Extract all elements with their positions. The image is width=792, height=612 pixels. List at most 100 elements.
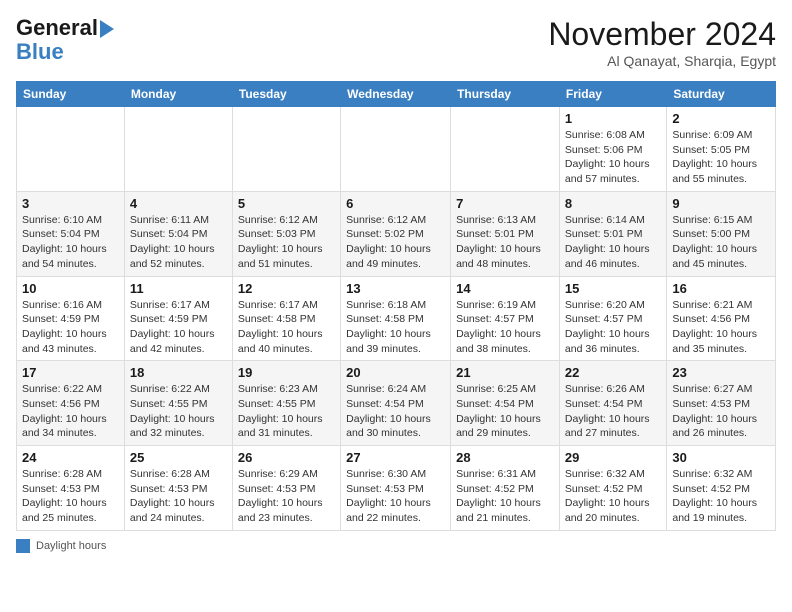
day-info: Sunrise: 6:31 AM Sunset: 4:52 PM Dayligh… xyxy=(456,467,554,526)
day-info: Sunrise: 6:08 AM Sunset: 5:06 PM Dayligh… xyxy=(565,128,661,187)
day-info: Sunrise: 6:25 AM Sunset: 4:54 PM Dayligh… xyxy=(456,382,554,441)
day-header-wednesday: Wednesday xyxy=(341,82,451,107)
day-header-thursday: Thursday xyxy=(451,82,560,107)
day-number: 4 xyxy=(130,196,227,211)
day-info: Sunrise: 6:13 AM Sunset: 5:01 PM Dayligh… xyxy=(456,213,554,272)
calendar-cell: 26 Sunrise: 6:29 AM Sunset: 4:53 PM Dayli… xyxy=(232,446,340,531)
day-number: 8 xyxy=(565,196,661,211)
calendar-cell xyxy=(341,107,451,192)
day-info: Sunrise: 6:20 AM Sunset: 4:57 PM Dayligh… xyxy=(565,298,661,357)
day-header-monday: Monday xyxy=(124,82,232,107)
calendar-cell: 3 Sunrise: 6:10 AM Sunset: 5:04 PM Daylig… xyxy=(17,191,125,276)
day-info: Sunrise: 6:24 AM Sunset: 4:54 PM Dayligh… xyxy=(346,382,445,441)
day-number: 16 xyxy=(672,281,770,296)
day-header-tuesday: Tuesday xyxy=(232,82,340,107)
calendar-cell: 30 Sunrise: 6:32 AM Sunset: 4:52 PM Dayli… xyxy=(667,446,776,531)
calendar-cell: 25 Sunrise: 6:28 AM Sunset: 4:53 PM Dayli… xyxy=(124,446,232,531)
day-info: Sunrise: 6:28 AM Sunset: 4:53 PM Dayligh… xyxy=(130,467,227,526)
day-number: 11 xyxy=(130,281,227,296)
calendar-cell: 28Sunrise: 6:31 AM Sunset: 4:52 PM Dayli… xyxy=(451,446,560,531)
day-number: 24 xyxy=(22,450,119,465)
day-info: Sunrise: 6:29 AM Sunset: 4:53 PM Dayligh… xyxy=(238,467,335,526)
day-info: Sunrise: 6:15 AM Sunset: 5:00 PM Dayligh… xyxy=(672,213,770,272)
title-area: November 2024 Al Qanayat, Sharqia, Egypt xyxy=(548,16,776,69)
day-number: 7 xyxy=(456,196,554,211)
calendar-cell: 6 Sunrise: 6:12 AM Sunset: 5:02 PM Daylig… xyxy=(341,191,451,276)
day-header-friday: Friday xyxy=(559,82,666,107)
day-info: Sunrise: 6:12 AM Sunset: 5:02 PM Dayligh… xyxy=(346,213,445,272)
day-number: 1 xyxy=(565,111,661,126)
day-number: 3 xyxy=(22,196,119,211)
day-number: 9 xyxy=(672,196,770,211)
calendar-cell: 5 Sunrise: 6:12 AM Sunset: 5:03 PM Daylig… xyxy=(232,191,340,276)
calendar-cell: 7 Sunrise: 6:13 AM Sunset: 5:01 PM Daylig… xyxy=(451,191,560,276)
calendar-cell: 14 Sunrise: 6:19 AM Sunset: 4:57 PM Dayli… xyxy=(451,276,560,361)
logo-text2: Blue xyxy=(16,40,64,64)
day-number: 23 xyxy=(672,365,770,380)
day-number: 29 xyxy=(565,450,661,465)
day-info: Sunrise: 6:28 AM Sunset: 4:53 PM Dayligh… xyxy=(22,467,119,526)
day-number: 25 xyxy=(130,450,227,465)
logo-text: General xyxy=(16,16,114,40)
day-number: 2 xyxy=(672,111,770,126)
calendar-cell: 17Sunrise: 6:22 AM Sunset: 4:56 PM Dayli… xyxy=(17,361,125,446)
day-number: 19 xyxy=(238,365,335,380)
calendar-cell: 2Sunrise: 6:09 AM Sunset: 5:05 PM Daylig… xyxy=(667,107,776,192)
calendar-cell: 19 Sunrise: 6:23 AM Sunset: 4:55 PM Dayli… xyxy=(232,361,340,446)
day-info: Sunrise: 6:17 AM Sunset: 4:59 PM Dayligh… xyxy=(130,298,227,357)
calendar-cell: 23Sunrise: 6:27 AM Sunset: 4:53 PM Dayli… xyxy=(667,361,776,446)
location-subtitle: Al Qanayat, Sharqia, Egypt xyxy=(548,53,776,69)
day-info: Sunrise: 6:23 AM Sunset: 4:55 PM Dayligh… xyxy=(238,382,335,441)
calendar-cell: 27Sunrise: 6:30 AM Sunset: 4:53 PM Dayli… xyxy=(341,446,451,531)
day-info: Sunrise: 6:21 AM Sunset: 4:56 PM Dayligh… xyxy=(672,298,770,357)
day-info: Sunrise: 6:16 AM Sunset: 4:59 PM Dayligh… xyxy=(22,298,119,357)
day-number: 5 xyxy=(238,196,335,211)
day-info: Sunrise: 6:18 AM Sunset: 4:58 PM Dayligh… xyxy=(346,298,445,357)
calendar-cell: 22 Sunrise: 6:26 AM Sunset: 4:54 PM Dayli… xyxy=(559,361,666,446)
footer-label: Daylight hours xyxy=(36,540,106,552)
calendar-cell: 4 Sunrise: 6:11 AM Sunset: 5:04 PM Daylig… xyxy=(124,191,232,276)
calendar-cell: 24 Sunrise: 6:28 AM Sunset: 4:53 PM Dayli… xyxy=(17,446,125,531)
day-info: Sunrise: 6:12 AM Sunset: 5:03 PM Dayligh… xyxy=(238,213,335,272)
month-title: November 2024 xyxy=(548,16,776,53)
header: General Blue November 2024 Al Qanayat, S… xyxy=(16,16,776,69)
day-number: 20 xyxy=(346,365,445,380)
calendar-cell: 13 Sunrise: 6:18 AM Sunset: 4:58 PM Dayli… xyxy=(341,276,451,361)
day-info: Sunrise: 6:26 AM Sunset: 4:54 PM Dayligh… xyxy=(565,382,661,441)
day-header-saturday: Saturday xyxy=(667,82,776,107)
day-info: Sunrise: 6:22 AM Sunset: 4:55 PM Dayligh… xyxy=(130,382,227,441)
day-info: Sunrise: 6:32 AM Sunset: 4:52 PM Dayligh… xyxy=(672,467,770,526)
day-info: Sunrise: 6:19 AM Sunset: 4:57 PM Dayligh… xyxy=(456,298,554,357)
day-number: 30 xyxy=(672,450,770,465)
footer: Daylight hours xyxy=(16,539,776,553)
calendar-cell: 15 Sunrise: 6:20 AM Sunset: 4:57 PM Dayli… xyxy=(559,276,666,361)
day-info: Sunrise: 6:11 AM Sunset: 5:04 PM Dayligh… xyxy=(130,213,227,272)
day-number: 15 xyxy=(565,281,661,296)
day-number: 18 xyxy=(130,365,227,380)
day-number: 12 xyxy=(238,281,335,296)
footer-box-icon xyxy=(16,539,30,553)
day-info: Sunrise: 6:32 AM Sunset: 4:52 PM Dayligh… xyxy=(565,467,661,526)
day-number: 14 xyxy=(456,281,554,296)
day-number: 26 xyxy=(238,450,335,465)
calendar-cell xyxy=(232,107,340,192)
day-number: 6 xyxy=(346,196,445,211)
calendar-table: SundayMondayTuesdayWednesdayThursdayFrid… xyxy=(16,81,776,531)
calendar-cell xyxy=(451,107,560,192)
day-info: Sunrise: 6:10 AM Sunset: 5:04 PM Dayligh… xyxy=(22,213,119,272)
calendar-cell: 20 Sunrise: 6:24 AM Sunset: 4:54 PM Dayli… xyxy=(341,361,451,446)
day-number: 13 xyxy=(346,281,445,296)
day-info: Sunrise: 6:17 AM Sunset: 4:58 PM Dayligh… xyxy=(238,298,335,357)
day-number: 27 xyxy=(346,450,445,465)
day-number: 22 xyxy=(565,365,661,380)
calendar-cell: 11 Sunrise: 6:17 AM Sunset: 4:59 PM Dayli… xyxy=(124,276,232,361)
day-number: 17 xyxy=(22,365,119,380)
day-number: 21 xyxy=(456,365,554,380)
calendar-cell: 1 Sunrise: 6:08 AM Sunset: 5:06 PM Daylig… xyxy=(559,107,666,192)
calendar-cell: 8Sunrise: 6:14 AM Sunset: 5:01 PM Daylig… xyxy=(559,191,666,276)
calendar-cell: 18 Sunrise: 6:22 AM Sunset: 4:55 PM Dayli… xyxy=(124,361,232,446)
calendar-cell: 9 Sunrise: 6:15 AM Sunset: 5:00 PM Daylig… xyxy=(667,191,776,276)
calendar-cell xyxy=(17,107,125,192)
logo: General Blue xyxy=(16,16,114,64)
day-header-sunday: Sunday xyxy=(17,82,125,107)
